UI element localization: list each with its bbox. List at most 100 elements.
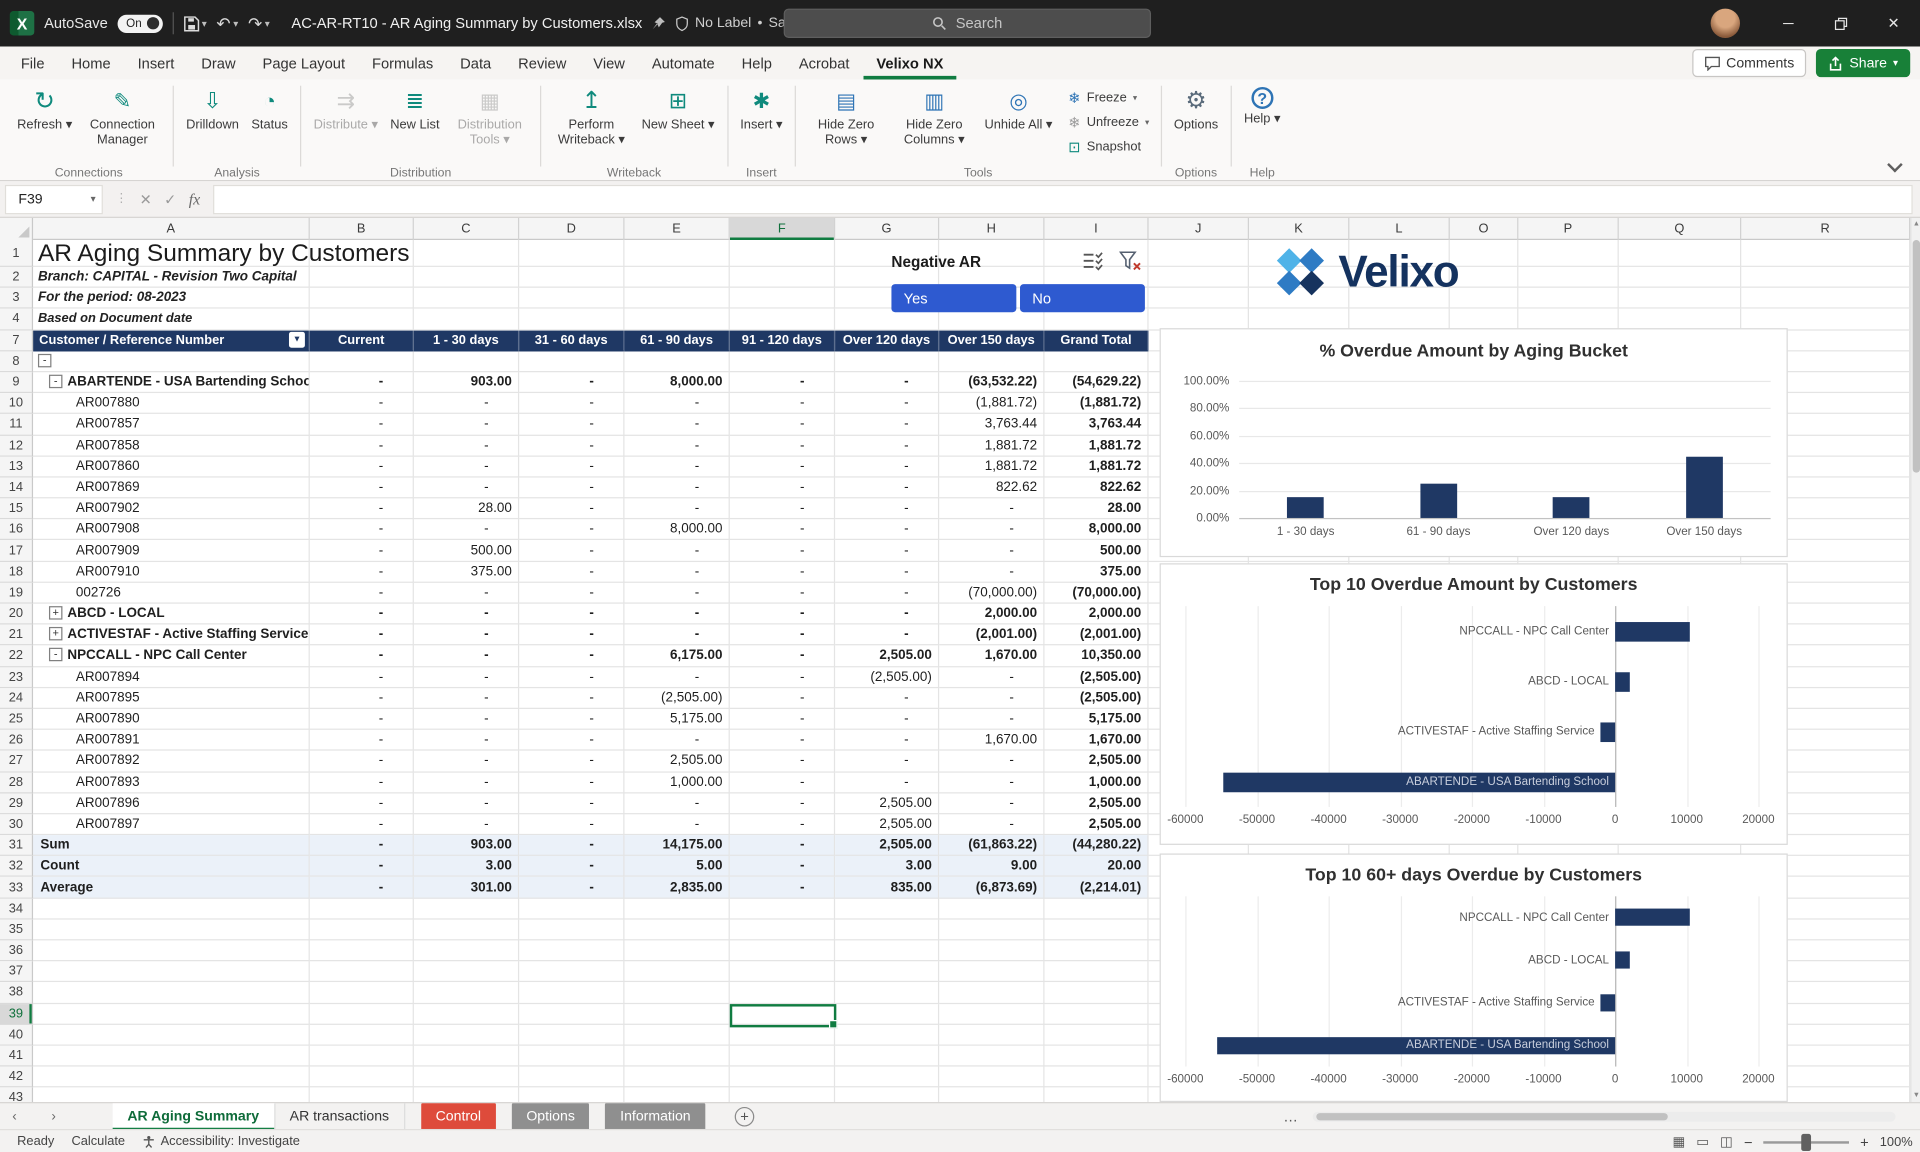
- cell-D32[interactable]: -: [519, 856, 624, 877]
- cell-G24[interactable]: -: [835, 688, 939, 709]
- cell-H10[interactable]: (1,881.72): [939, 393, 1044, 414]
- cell-C13[interactable]: -: [414, 456, 519, 477]
- autosave-toggle[interactable]: On: [118, 14, 163, 32]
- cell-G22[interactable]: 2,505.00: [835, 646, 939, 667]
- hide-zero-rows-button[interactable]: ▤Hide Zero Rows ▾: [802, 83, 890, 161]
- cell-F4[interactable]: [730, 309, 835, 330]
- cell-A38[interactable]: [33, 983, 310, 1004]
- cell-G36[interactable]: [835, 940, 939, 961]
- cell-P1[interactable]: [1518, 240, 1618, 267]
- cell-I42[interactable]: [1044, 1067, 1148, 1088]
- cell-C19[interactable]: -: [414, 583, 519, 604]
- column-header-R[interactable]: R: [1741, 218, 1910, 240]
- cell-A7[interactable]: Customer / Reference Number▼: [33, 330, 310, 351]
- cell-I41[interactable]: [1044, 1046, 1148, 1067]
- cell-F21[interactable]: -: [730, 625, 835, 646]
- cell-E40[interactable]: [624, 1025, 729, 1046]
- cell-E19[interactable]: -: [624, 583, 729, 604]
- cell-F24[interactable]: -: [730, 688, 835, 709]
- cell-E13[interactable]: -: [624, 456, 729, 477]
- row-header-42[interactable]: 42: [0, 1067, 33, 1088]
- cell-A9[interactable]: -ABARTENDE - USA Bartending School: [33, 372, 310, 393]
- cell-R2[interactable]: [1741, 267, 1910, 288]
- row-header-43[interactable]: 43: [0, 1088, 33, 1102]
- cell-C4[interactable]: [414, 309, 519, 330]
- cell-I26[interactable]: 1,670.00: [1044, 730, 1148, 751]
- cell-D14[interactable]: -: [519, 477, 624, 498]
- cell-D30[interactable]: -: [519, 814, 624, 835]
- redo-button[interactable]: ↷▾: [248, 13, 270, 34]
- name-box[interactable]: F39 ▾: [5, 184, 103, 213]
- cell-I34[interactable]: [1044, 898, 1148, 919]
- cell-C39[interactable]: [414, 1004, 519, 1025]
- cell-G34[interactable]: [835, 898, 939, 919]
- cell-A39[interactable]: [33, 1004, 310, 1025]
- cell-D18[interactable]: -: [519, 562, 624, 583]
- cell-B13[interactable]: -: [310, 456, 414, 477]
- cell-J3[interactable]: [1149, 288, 1249, 309]
- cell-B14[interactable]: -: [310, 477, 414, 498]
- cell-I36[interactable]: [1044, 940, 1148, 961]
- cell-E39[interactable]: [624, 1004, 729, 1025]
- cell-F12[interactable]: -: [730, 435, 835, 456]
- cell-E2[interactable]: [624, 267, 729, 288]
- cell-G19[interactable]: -: [835, 583, 939, 604]
- sheet-tab-options[interactable]: Options: [512, 1103, 590, 1130]
- cancel-entry-icon[interactable]: ✕: [140, 190, 152, 207]
- cell-F7[interactable]: 91 - 120 days: [730, 330, 835, 351]
- cell-B31[interactable]: -: [310, 835, 414, 856]
- cell-C32[interactable]: 3.00: [414, 856, 519, 877]
- cell-A20[interactable]: +ABCD - LOCAL: [33, 604, 310, 625]
- cell-A43[interactable]: [33, 1088, 310, 1102]
- cell-A27[interactable]: AR007892: [33, 751, 310, 772]
- cell-L4[interactable]: [1349, 309, 1449, 330]
- cell-E41[interactable]: [624, 1046, 729, 1067]
- row-header-22[interactable]: 22: [0, 646, 33, 667]
- insert-button[interactable]: ✱Insert ▾: [734, 83, 788, 161]
- row-header-32[interactable]: 32: [0, 856, 33, 877]
- column-header-Q[interactable]: Q: [1619, 218, 1741, 240]
- cell-H33[interactable]: (6,873.69): [939, 877, 1044, 898]
- cell-R1[interactable]: [1741, 240, 1910, 267]
- cell-O1[interactable]: [1450, 240, 1519, 267]
- cell-I19[interactable]: (70,000.00): [1044, 583, 1148, 604]
- chart-top10-60plus-overdue-by-customers[interactable]: Top 10 60+ days Overdue by Customers-600…: [1160, 853, 1788, 1102]
- more-sheets-icon[interactable]: …: [1283, 1103, 1298, 1130]
- cell-I31[interactable]: (44,280.22): [1044, 835, 1148, 856]
- row-header-12[interactable]: 12: [0, 435, 33, 456]
- cell-C21[interactable]: -: [414, 625, 519, 646]
- row-header-17[interactable]: 17: [0, 541, 33, 562]
- checklist-icon[interactable]: [1082, 251, 1103, 278]
- cell-F16[interactable]: -: [730, 519, 835, 540]
- cell-E23[interactable]: -: [624, 667, 729, 688]
- row-header-38[interactable]: 38: [0, 983, 33, 1004]
- cell-A37[interactable]: [33, 961, 310, 982]
- sheet-tab-ar-transactions[interactable]: AR transactions: [275, 1103, 405, 1130]
- row-header-21[interactable]: 21: [0, 625, 33, 646]
- cell-I24[interactable]: (2,505.00): [1044, 688, 1148, 709]
- cell-I35[interactable]: [1044, 919, 1148, 940]
- cell-C27[interactable]: -: [414, 751, 519, 772]
- menu-tab-view[interactable]: View: [580, 47, 639, 80]
- page-break-view-icon[interactable]: ◫: [1720, 1134, 1733, 1150]
- cell-H16[interactable]: -: [939, 519, 1044, 540]
- cell-E11[interactable]: -: [624, 414, 729, 435]
- cell-I18[interactable]: 375.00: [1044, 562, 1148, 583]
- cell-J2[interactable]: [1149, 267, 1249, 288]
- cell-G40[interactable]: [835, 1025, 939, 1046]
- cell-F3[interactable]: [730, 288, 835, 309]
- sheet-tab-control[interactable]: Control: [421, 1103, 496, 1130]
- cell-C9[interactable]: 903.00: [414, 372, 519, 393]
- cell-H9[interactable]: (63,532.22): [939, 372, 1044, 393]
- cell-H31[interactable]: (61,863.22): [939, 835, 1044, 856]
- cell-G23[interactable]: (2,505.00): [835, 667, 939, 688]
- status-button[interactable]: ◔Status: [245, 83, 294, 161]
- cell-F11[interactable]: -: [730, 414, 835, 435]
- cell-D26[interactable]: -: [519, 730, 624, 751]
- cell-E16[interactable]: 8,000.00: [624, 519, 729, 540]
- menu-tab-data[interactable]: Data: [447, 47, 505, 80]
- cell-H7[interactable]: Over 150 days: [939, 330, 1044, 351]
- cell-H20[interactable]: 2,000.00: [939, 604, 1044, 625]
- cell-A28[interactable]: AR007893: [33, 772, 310, 793]
- comments-button[interactable]: Comments: [1692, 49, 1807, 77]
